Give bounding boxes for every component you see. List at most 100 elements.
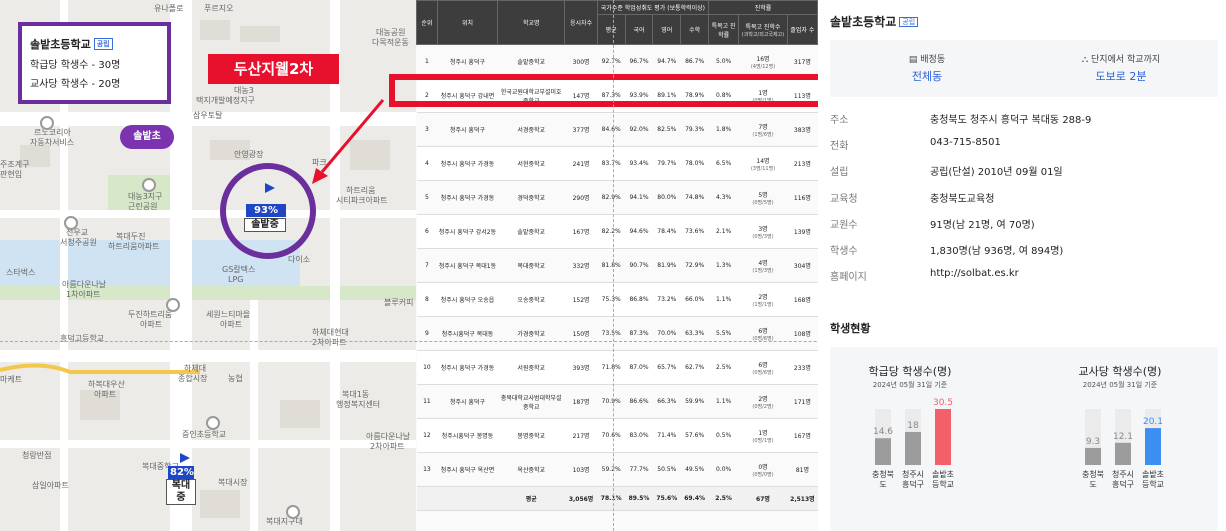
- cell-school: 복대중학교: [497, 248, 565, 283]
- map-label: 중인초등학교: [182, 430, 227, 439]
- avg-cell-sp: 2.5%: [708, 486, 739, 511]
- marker-school-name[interactable]: 복대중: [166, 479, 196, 505]
- marker-percent[interactable]: 82%: [168, 466, 194, 479]
- cell-n: 290명: [564, 180, 598, 215]
- average-row: 평균 3,056명 78.1% 89.5% 75.6% 69.4% 2.5% 67명 2,513…: [416, 486, 818, 511]
- chart1-svg: 14.6 충청북도 18 청주시흥덕구 30.5 솔밭초등학교: [872, 398, 954, 489]
- table-row[interactable]: 4 청주시 흥덕구 가경동 서현중학교 241명 83.7% 93.4% 79.7% 78.0…: [416, 146, 818, 181]
- distance-value-link[interactable]: 도보로 2분: [1024, 68, 1218, 84]
- cell-grad: 116명: [787, 180, 818, 215]
- table-row[interactable]: 9 청주시흥덕구 복대동 가경중학교 150명 73.5% 87.3% 70.0% 63.3%…: [416, 316, 818, 351]
- chart-category-label: 흥덕구: [1112, 479, 1134, 489]
- chart-category-label: 충청북: [1082, 470, 1104, 479]
- col-school: 학교명: [497, 0, 566, 45]
- map-label: 아파트: [140, 320, 163, 329]
- assign-col: ▤ 배정동 전체동: [830, 52, 1024, 84]
- info-key: 홈페이지: [830, 272, 867, 283]
- info-key: 교원수: [830, 220, 858, 231]
- cell-math: 74.8%: [680, 180, 709, 215]
- chart2-title: 교사당 학생수(명): [1078, 365, 1162, 378]
- avg-cell-cnt: 67명: [738, 486, 788, 511]
- chart2-svg: 9.3 충청북도 12.1 청주시흥덕구 20.1 솔밭초등학교: [1082, 409, 1164, 489]
- col-special-count-label: 특목고 진학수: [745, 23, 781, 31]
- walk-icon: ⛬: [1081, 55, 1092, 65]
- detail-title: 솔밭초등학교 공립: [830, 13, 919, 30]
- table-row[interactable]: 11 청주시 흥덕구 충북대학교사범대학부설중학교 187명 70.9% 86.6% 66.…: [416, 384, 818, 419]
- map-label: 블루커피: [384, 298, 414, 307]
- cell-school: 봉명중학교: [497, 418, 565, 453]
- avg-cell: [416, 486, 438, 511]
- distance-label: ⛬ 단지에서 학교까지: [1024, 52, 1218, 65]
- cell-avg: 82.2%: [597, 214, 626, 249]
- table-row[interactable]: 7 청주시 흥덕구 복대1동 복대중학교 332명 81.8% 90.7% 81.9% 72.…: [416, 248, 818, 283]
- cell-eng: 81.9%: [652, 248, 681, 283]
- map-label: 2차아파트: [312, 338, 347, 347]
- table-row[interactable]: 6 청주시 흥덕구 강서2동 솔밭중학교 167명 82.2% 94.6% 78.4% 73.…: [416, 214, 818, 249]
- map-label: 아름다운나날: [366, 432, 411, 441]
- cell-cnt-main: 2명: [758, 293, 768, 301]
- cell-grad: 304명: [787, 248, 818, 283]
- table-row[interactable]: 10 청주시 흥덕구 가경동 서원중학교 393명 71.8% 87.0% 65.7% 62.…: [416, 350, 818, 385]
- cell-eng: 82.5%: [652, 112, 681, 147]
- cell-sp: 0.5%: [708, 418, 739, 453]
- table-row[interactable]: 12 청주시흥덕구 봉명동 봉명중학교 217명 70.6% 83.0% 71.4% 57.6…: [416, 418, 818, 453]
- col-graduates: 졸업자 수: [786, 14, 819, 45]
- cell-cnt: 6명 (0명/6명): [738, 316, 788, 351]
- cell-cnt-detail: (1명/1명): [752, 301, 774, 308]
- cell-cnt-detail: (0명/3명): [752, 233, 774, 240]
- cell-grad: 139명: [787, 214, 818, 249]
- map-label: 아파트: [94, 390, 117, 399]
- info-row: 주소 충청북도 청주시 흥덕구 복대동 288-9: [830, 111, 1218, 135]
- info-key: 설립: [830, 167, 849, 178]
- map-label: 아파트: [220, 320, 243, 329]
- cell-avg: 81.8%: [597, 248, 626, 283]
- info-value: 91명(남 21명, 여 70명): [930, 220, 1035, 231]
- cell-n: 103명: [564, 452, 598, 487]
- cell-cnt-main: 1명: [758, 429, 768, 437]
- table-row[interactable]: 5 청주시 흥덕구 가경동 경덕중학교 290명 82.9% 94.1% 80.0% 74.8…: [416, 180, 818, 215]
- cell-loc: 청주시 흥덕구 오송읍: [437, 282, 498, 317]
- cell-math: 62.7%: [680, 350, 709, 385]
- flag-icon: [180, 453, 190, 463]
- table-row[interactable]: 3 청주시 흥덕구 서경중학교 377명 84.6% 92.0% 82.5% 79.3% 1.8…: [416, 112, 818, 147]
- cell-eng: 80.0%: [652, 180, 681, 215]
- cell-rank: 9: [416, 316, 438, 351]
- cell-kor: 83.0%: [625, 418, 653, 453]
- info-value[interactable]: http://solbat.es.kr: [930, 268, 1019, 279]
- map-label: 아름다운나날: [62, 280, 107, 289]
- cell-school: 옥산중학교: [497, 452, 565, 487]
- info-key: 학생수: [830, 246, 858, 257]
- arrow-icon: [312, 99, 385, 184]
- chart-category-label: 충청북: [872, 470, 894, 479]
- table-row[interactable]: 8 청주시 흥덕구 오송읍 오송중학교 152명 75.3% 86.8% 73.2% 66.0…: [416, 282, 818, 317]
- chart-category-label: 등학교: [932, 479, 954, 489]
- cell-eng: 50.5%: [652, 452, 681, 487]
- cell-n: 150명: [564, 316, 598, 351]
- stats-title: 학생현황: [830, 322, 871, 335]
- cell-kor: 90.7%: [625, 248, 653, 283]
- map-label: GS칼텍스: [222, 265, 256, 274]
- chart1-title: 학급당 학생수(명): [868, 365, 952, 378]
- chart-category-label: 도: [879, 480, 886, 489]
- avg-cell-avg: 78.1%: [597, 486, 626, 511]
- col-applicants: 응시자수: [564, 0, 598, 45]
- map-label: 스타벅스: [6, 268, 36, 277]
- table-row[interactable]: 13 청주시 흥덕구 옥산면 옥산중학교 103명 59.2% 77.7% 50.5% 49.…: [416, 452, 818, 487]
- cell-cnt-main: 0명: [758, 463, 768, 471]
- cell-n: 217명: [564, 418, 598, 453]
- cell-cnt-main: 3명: [758, 225, 768, 233]
- cell-avg: 70.6%: [597, 418, 626, 453]
- assign-value-link[interactable]: 전체동: [830, 68, 1024, 84]
- cell-cnt-main: 16명: [756, 55, 770, 63]
- cell-cnt-detail: (0명/5명): [752, 199, 774, 206]
- col-special-count: 특목고 진학수 (과학고/외고국제고): [738, 14, 788, 45]
- cell-sp: 1.3%: [708, 248, 739, 283]
- cell-school: 서현중학교: [497, 146, 565, 181]
- info-row: 교원수 91명(남 21명, 여 70명): [830, 216, 1218, 240]
- assign-icon: ▤: [908, 55, 921, 65]
- cell-cnt-detail: (0명/0명): [752, 471, 774, 478]
- map-label: 종합시장: [178, 374, 208, 383]
- cell-math: 49.5%: [680, 452, 709, 487]
- avg-cell-grad: 2,513명: [787, 486, 818, 511]
- cell-cnt: 2명 (0명/2명): [738, 384, 788, 419]
